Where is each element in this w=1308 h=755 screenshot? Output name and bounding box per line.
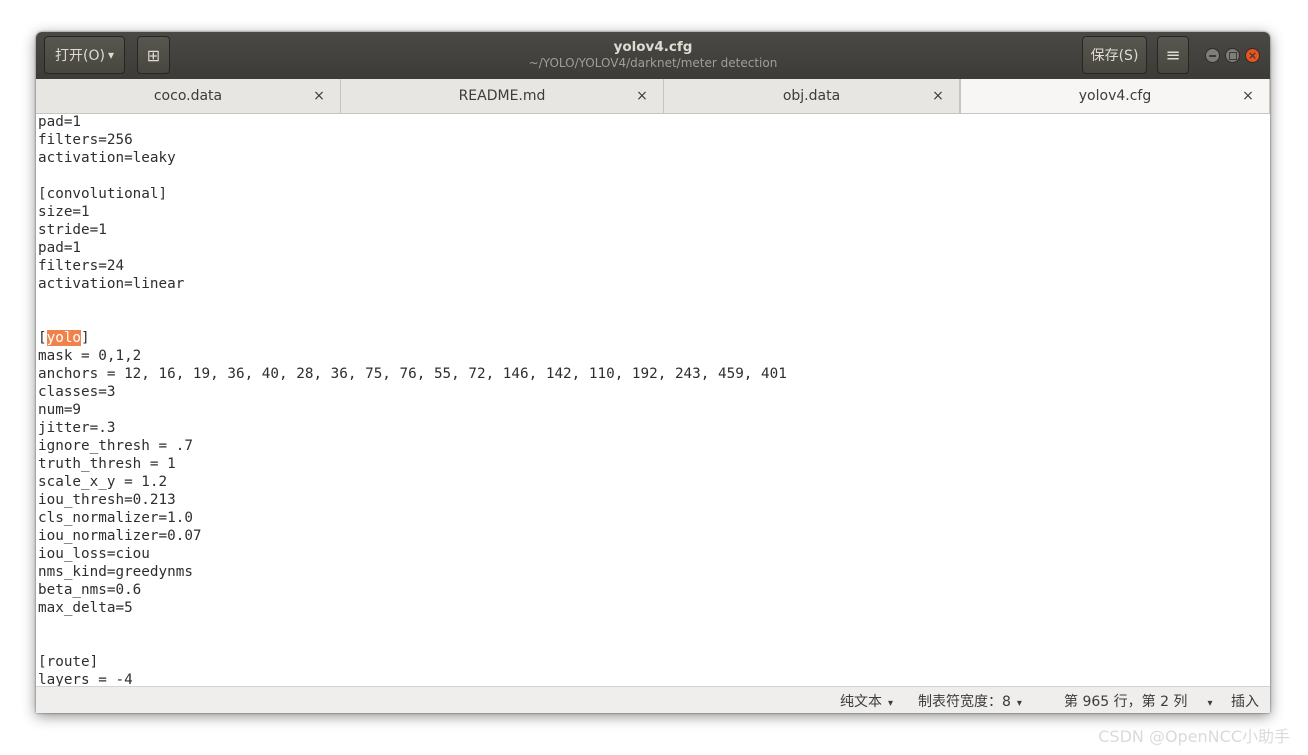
code-line: scale_x_y = 1.2: [38, 474, 168, 490]
code-line: cls_normalizer=1.0: [38, 510, 193, 526]
code-text: ]: [81, 330, 90, 346]
maximize-button[interactable]: [1225, 48, 1240, 63]
code-line: anchors = 12, 16, 19, 36, 40, 28, 36, 75…: [38, 366, 787, 382]
code-line: truth_thresh = 1: [38, 456, 176, 472]
code-line: size=1: [38, 204, 90, 220]
code-line: filters=24: [38, 258, 125, 274]
code-line: mask = 0,1,2: [38, 348, 142, 364]
open-button-label: 打开(O): [55, 48, 105, 64]
insert-mode-label: 插入: [1231, 694, 1259, 710]
tab-label: coco.data: [153, 88, 223, 104]
chevron-down-icon: ▾: [1016, 698, 1022, 709]
code-line: iou_loss=ciou: [38, 546, 150, 562]
save-button[interactable]: 保存(S): [1082, 36, 1147, 74]
tab-label: README.md: [458, 88, 546, 104]
save-button-label: 保存(S): [1090, 48, 1139, 64]
code-line: iou_normalizer=0.07: [38, 528, 202, 544]
search-highlight: yolo: [46, 330, 82, 346]
insert-mode-indicator: 插入: [1231, 691, 1259, 711]
tab-coco-data[interactable]: coco.data ×: [36, 79, 341, 113]
watermark: CSDN @OpenNCC小助手: [1098, 727, 1290, 746]
code-line: pad=1: [38, 114, 82, 130]
hamburger-menu-icon: ≡: [1165, 44, 1181, 66]
code-line: classes=3: [38, 384, 116, 400]
chevron-down-icon: ▾: [888, 698, 894, 709]
language-label: 纯文本: [840, 694, 882, 710]
menu-button[interactable]: ≡: [1157, 36, 1189, 74]
close-icon: ×: [1247, 48, 1258, 62]
minimize-button[interactable]: [1205, 48, 1220, 63]
tab-close-icon[interactable]: ×: [635, 88, 649, 104]
code-line: activation=linear: [38, 276, 185, 292]
text-editor[interactable]: pad=1 filters=256 activation=leaky [convolu…: [36, 114, 1270, 686]
tab-width-selector[interactable]: 制表符宽度：8 ▾: [918, 691, 1022, 711]
headerbar: 打开(O) ▾ ⊞ yolov4.cfg ~/YOLO/YOLOV4/darkn…: [36, 32, 1270, 80]
code-line: [convolutional]: [38, 186, 168, 202]
code-line: nms_kind=greedynms: [38, 564, 193, 580]
code-line: iou_thresh=0.213: [38, 492, 176, 508]
code-line: num=9: [38, 402, 82, 418]
tab-readme-md[interactable]: README.md ×: [341, 79, 664, 113]
code-line: jitter=.3: [38, 420, 116, 436]
code-line: pad=1: [38, 240, 82, 256]
code-text: [: [38, 330, 47, 346]
tab-yolov4-cfg[interactable]: yolov4.cfg ×: [960, 79, 1270, 113]
code-line: stride=1: [38, 222, 107, 238]
chevron-down-icon: ▾: [107, 48, 114, 62]
code-line: [yolo]: [38, 329, 90, 347]
code-line: max_delta=5: [38, 600, 133, 616]
tab-obj-data[interactable]: obj.data ×: [664, 79, 960, 113]
chevron-down-icon: ▾: [1207, 698, 1213, 709]
language-selector[interactable]: 纯文本 ▾: [840, 691, 893, 711]
tab-width-label: 制表符宽度：8: [918, 694, 1011, 710]
maximize-icon: [1228, 51, 1237, 60]
new-document-icon: ⊞: [146, 45, 161, 65]
code-line: layers = -4: [38, 672, 133, 686]
tab-close-icon[interactable]: ×: [1241, 88, 1255, 104]
code-line: activation=leaky: [38, 150, 176, 166]
minimize-icon: [1209, 54, 1216, 57]
tab-bar: coco.data × README.md × obj.data × yolov…: [36, 79, 1270, 114]
code-line: ignore_thresh = .7: [38, 438, 193, 454]
tab-close-icon[interactable]: ×: [931, 88, 945, 104]
cursor-position-selector[interactable]: 第 965 行，第 2 列 ▾: [1064, 691, 1212, 711]
tab-label: obj.data: [782, 88, 841, 104]
tab-close-icon[interactable]: ×: [312, 88, 326, 104]
code-line: beta_nms=0.6: [38, 582, 142, 598]
tab-label: yolov4.cfg: [1078, 88, 1152, 104]
close-window-button[interactable]: ×: [1245, 48, 1260, 63]
new-tab-button[interactable]: ⊞: [137, 36, 170, 74]
code-line: filters=256: [38, 132, 133, 148]
status-bar: 纯文本 ▾ 制表符宽度：8 ▾ 第 965 行，第 2 列 ▾ 插入: [36, 686, 1270, 713]
gedit-window: 打开(O) ▾ ⊞ yolov4.cfg ~/YOLO/YOLOV4/darkn…: [36, 32, 1270, 713]
cursor-position-label: 第 965 行，第 2 列: [1064, 694, 1188, 710]
code-line: [route]: [38, 654, 99, 670]
open-button[interactable]: 打开(O) ▾: [44, 36, 125, 74]
